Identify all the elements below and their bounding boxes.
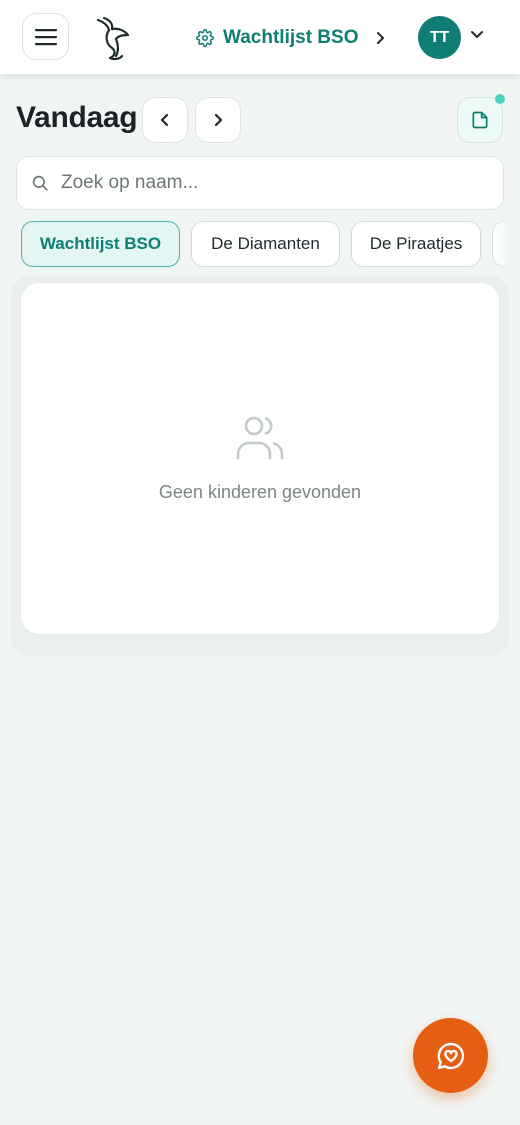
location-name: Wachtlijst BSO bbox=[223, 27, 359, 48]
app-logo[interactable] bbox=[92, 14, 134, 62]
location-selector[interactable]: Wachtlijst BSO bbox=[196, 24, 385, 52]
top-bar: Wachtlijst BSO TT bbox=[0, 0, 520, 75]
next-day-button[interactable] bbox=[195, 97, 241, 143]
page-title: Vandaag bbox=[16, 101, 138, 134]
notification-dot bbox=[495, 94, 505, 104]
avatar-initials: TT bbox=[429, 28, 450, 46]
users-icon bbox=[235, 413, 285, 461]
tabs-scroll-fade bbox=[492, 221, 520, 267]
search-icon bbox=[31, 174, 49, 192]
chevron-right-icon bbox=[213, 112, 223, 128]
empty-state-message: Geen kinderen gevonden bbox=[158, 482, 362, 502]
avatar[interactable]: TT bbox=[418, 16, 461, 59]
group-tabs: Wachtlijst BSO De Diamanten De Piraatjes bbox=[21, 221, 520, 267]
notes-button[interactable] bbox=[457, 97, 503, 143]
chat-button[interactable] bbox=[413, 1018, 488, 1093]
tab-label: De Diamanten bbox=[211, 234, 320, 253]
children-list: Geen kinderen gevonden bbox=[21, 283, 499, 634]
previous-day-button[interactable] bbox=[142, 97, 188, 143]
tab-wachtlijst-bso[interactable]: Wachtlijst BSO bbox=[21, 221, 180, 267]
chevron-left-icon bbox=[160, 112, 170, 128]
chevron-down-icon[interactable] bbox=[470, 29, 484, 39]
document-icon bbox=[470, 110, 490, 130]
tab-de-diamanten[interactable]: De Diamanten bbox=[191, 221, 340, 267]
gear-icon bbox=[196, 29, 214, 47]
menu-button[interactable] bbox=[22, 13, 69, 60]
tab-de-piraatjes[interactable]: De Piraatjes bbox=[351, 221, 481, 267]
chat-heart-icon bbox=[436, 1041, 466, 1071]
tab-label: De Piraatjes bbox=[369, 234, 463, 253]
search-input[interactable] bbox=[61, 157, 491, 209]
tab-label: Wachtlijst BSO bbox=[39, 234, 162, 253]
chevron-right-icon bbox=[375, 31, 385, 45]
hamburger-icon bbox=[34, 28, 57, 46]
search-bar bbox=[16, 156, 504, 210]
